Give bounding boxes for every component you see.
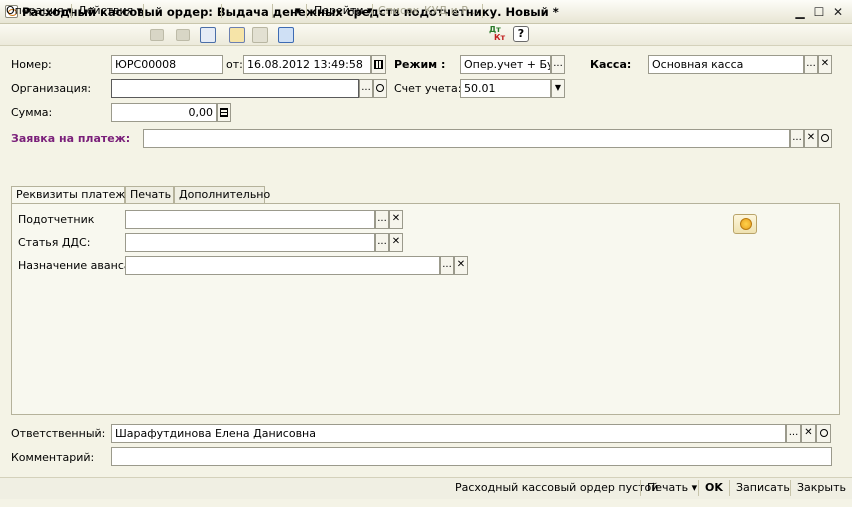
- dds-label: Статья ДДС:: [18, 236, 91, 249]
- responsible-search-icon[interactable]: [816, 424, 831, 443]
- responsible-field[interactable]: Шарафутдинова Елена Данисовна: [111, 424, 786, 443]
- close-button[interactable]: Закрыть: [797, 481, 846, 495]
- account-field[interactable]: 50.01: [460, 79, 551, 98]
- account-label: Счет учета:: [394, 82, 462, 95]
- request-label-text: Заявка на платеж:: [11, 132, 131, 145]
- toolbar-separator: [221, 4, 222, 18]
- bottom-separator: [729, 480, 730, 496]
- cash-field[interactable]: Основная касса: [648, 55, 804, 74]
- bottom-separator: [790, 480, 791, 496]
- date-field[interactable]: 16.08.2012 13:49:58: [243, 55, 371, 74]
- toolbar-separator: [372, 4, 373, 18]
- ok-button[interactable]: OK: [705, 481, 723, 495]
- toolbar-separator: [272, 4, 273, 18]
- unpost-document-icon[interactable]: [252, 27, 268, 43]
- date-label: от:: [226, 58, 243, 71]
- toolbar: [0, 24, 852, 46]
- mode-label: Режим :: [394, 58, 446, 71]
- sum-field[interactable]: 0,00: [111, 103, 217, 122]
- back-icon[interactable]: [150, 29, 164, 41]
- cash-select-button[interactable]: ...: [804, 55, 818, 74]
- bottom-separator: [698, 480, 699, 496]
- request-clear-icon[interactable]: ✕: [804, 129, 818, 148]
- sum-label: Сумма:: [11, 106, 53, 119]
- post-document-icon[interactable]: [229, 27, 245, 43]
- person-label: Подотчетник: [18, 213, 95, 226]
- kt-label: Кт: [494, 33, 506, 42]
- dds-field[interactable]: [125, 233, 375, 252]
- organization-search-icon[interactable]: [373, 79, 387, 98]
- request-label: Заявка на платеж:: [11, 132, 130, 146]
- list-button[interactable]: Список: [378, 3, 419, 19]
- calculator-icon[interactable]: [217, 103, 231, 122]
- mode-select-button[interactable]: ...: [551, 55, 565, 74]
- print-menu[interactable]: Печать ▾: [647, 481, 697, 495]
- request-search-icon[interactable]: [818, 129, 832, 148]
- responsible-select-button[interactable]: ...: [786, 424, 801, 443]
- dt-kt-icon[interactable]: Дт Кт: [489, 26, 507, 44]
- minimize-icon[interactable]: ▁: [792, 4, 808, 20]
- mode-field[interactable]: Опер.учет + Бух.у...: [460, 55, 551, 74]
- organization-label: Организация:: [11, 82, 92, 95]
- dds-select-button[interactable]: ...: [375, 233, 389, 252]
- tab-print[interactable]: Печать: [125, 186, 174, 204]
- toolbar-separator: [306, 4, 307, 18]
- organization-field[interactable]: [111, 79, 359, 98]
- refresh-icon[interactable]: [200, 27, 216, 43]
- help-icon[interactable]: ?: [513, 26, 529, 42]
- tab-additional[interactable]: Дополнительно: [174, 186, 270, 204]
- structure-icon[interactable]: [278, 27, 294, 43]
- comment-label: Комментарий:: [11, 451, 95, 464]
- request-field[interactable]: [143, 129, 790, 148]
- cash-label: Касса:: [590, 58, 632, 71]
- person-field[interactable]: [125, 210, 375, 229]
- number-field[interactable]: ЮРС00008: [111, 55, 223, 74]
- actions-menu[interactable]: Действия ▾: [78, 3, 142, 19]
- person-clear-icon[interactable]: ✕: [389, 210, 403, 229]
- toolbar-separator: [482, 4, 483, 18]
- payment-status-icon[interactable]: [733, 214, 757, 234]
- bottom-bar: [0, 477, 852, 499]
- structure-dropdown-icon[interactable]: ▾: [295, 3, 301, 19]
- empty-order-button[interactable]: Расходный кассовый ордер пустой: [455, 481, 658, 495]
- account-dropdown-icon[interactable]: ▼: [551, 79, 565, 98]
- operation-menu[interactable]: Операция ▾: [6, 3, 73, 19]
- maximize-icon[interactable]: ☐: [811, 4, 827, 20]
- organization-select-button[interactable]: ...: [359, 79, 373, 98]
- purpose-field[interactable]: [125, 256, 440, 275]
- responsible-clear-icon[interactable]: ✕: [801, 424, 816, 443]
- bottom-separator: [640, 480, 641, 496]
- edit-icon[interactable]: [176, 29, 190, 41]
- kud-button[interactable]: КУД и Р...: [424, 3, 478, 19]
- comment-field[interactable]: [111, 447, 832, 466]
- responsible-label: Ответственный:: [11, 427, 106, 440]
- dds-clear-icon[interactable]: ✕: [389, 233, 403, 252]
- goto-menu[interactable]: Перейти ▾: [314, 3, 373, 19]
- request-select-button[interactable]: ...: [790, 129, 804, 148]
- person-select-button[interactable]: ...: [375, 210, 389, 229]
- purpose-label: Назначение аванса:: [18, 259, 135, 272]
- toolbar-separator: [143, 4, 144, 18]
- number-label: Номер:: [11, 58, 52, 71]
- cash-clear-icon[interactable]: ✕: [818, 55, 832, 74]
- purpose-clear-icon[interactable]: ✕: [454, 256, 468, 275]
- close-icon[interactable]: ✕: [830, 4, 846, 20]
- toolbar-separator: [71, 4, 72, 18]
- calendar-icon[interactable]: [371, 55, 386, 74]
- save-button[interactable]: Записать: [736, 481, 790, 495]
- purpose-select-button[interactable]: ...: [440, 256, 454, 275]
